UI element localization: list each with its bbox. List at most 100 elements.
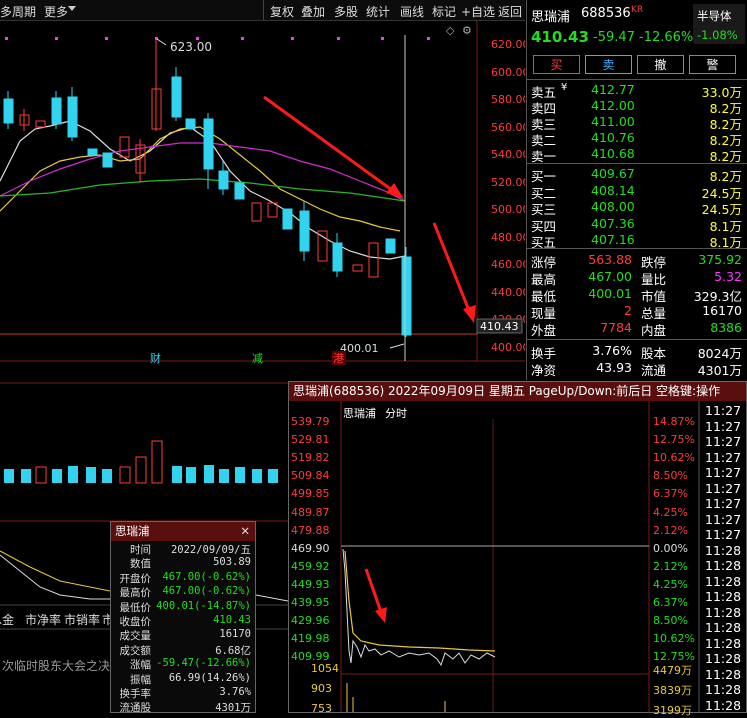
intraday-price-tick: 509.84 bbox=[291, 469, 330, 483]
intraday-pct-tick: 8.50% bbox=[653, 614, 688, 628]
tick-time: 11:28 bbox=[705, 635, 742, 651]
toolbar-add-watchlist-button[interactable]: +自选 bbox=[461, 3, 495, 20]
event-marker-gang: 港 bbox=[333, 352, 344, 365]
tab-pb[interactable]: 市净率 bbox=[25, 611, 61, 628]
tooltip-title: 思瑞浦 bbox=[115, 524, 150, 538]
intraday-vol-tick: 4479万 bbox=[653, 664, 692, 677]
kline-chart[interactable]: ◇ ⚙ 623.00 400.01 620.0 600.0 580.0 560.… bbox=[0, 21, 525, 381]
ask-flag: ¥ bbox=[561, 82, 568, 93]
stat-row: 最低 400.01 市值 329.3亿 bbox=[527, 286, 747, 304]
bid-row[interactable]: 买一 409.67 8.2万 bbox=[527, 166, 747, 184]
svg-text:580.00: 580.00 bbox=[491, 93, 525, 106]
kline-tooltip: 思瑞浦 ✕ 时间 2022/09/09/五 数值 503.89 开盘价 467.00(-0… bbox=[110, 521, 256, 715]
stat-value: 467.00 bbox=[588, 269, 632, 284]
ask-row[interactable]: 卖一 410.68 8.2万 bbox=[527, 146, 747, 164]
tooltip-row: 开盘价 467.00(-0.62%) bbox=[111, 570, 255, 585]
tick-time: 11:27 bbox=[705, 496, 742, 511]
ask-price: 412.77 bbox=[591, 82, 635, 97]
intraday-pct-tick: 12.75% bbox=[653, 433, 695, 447]
tick-time: 11:28 bbox=[705, 697, 742, 713]
toolbar-stats-button[interactable]: 统计 bbox=[366, 3, 390, 20]
ask-price: 410.76 bbox=[591, 130, 635, 145]
intraday-pct-tick: 2.12% bbox=[653, 559, 688, 573]
stat-label: 外盘 bbox=[531, 323, 557, 338]
news-ticker[interactable]: 次临时股东大会之决 bbox=[2, 657, 110, 674]
tooltip-value: 410.43 bbox=[213, 613, 251, 626]
svg-text:620.00: 620.00 bbox=[491, 38, 525, 51]
event-marker-jian: 减 bbox=[252, 352, 263, 365]
ask-row[interactable]: 卖五 ¥412.77 33.0万 bbox=[527, 82, 747, 100]
tab-total[interactable]: 总金 bbox=[0, 611, 14, 628]
tooltip-row: 换手率 3.76% bbox=[111, 685, 255, 700]
bid-price: 407.36 bbox=[591, 215, 635, 231]
toolbar-multistock-button[interactable]: 多股 bbox=[334, 3, 358, 20]
tick-time: 11:27 bbox=[705, 418, 742, 434]
tick-time: 11:28 bbox=[705, 542, 742, 558]
bid-row[interactable]: 买四 407.36 8.1万 bbox=[527, 215, 747, 234]
svg-text:480.00: 480.00 bbox=[491, 231, 525, 244]
intraday-price-tick: 499.85 bbox=[291, 487, 330, 501]
intraday-pct-tick: 6.37% bbox=[653, 487, 688, 501]
period-selector[interactable]: 多周期 bbox=[0, 3, 36, 20]
bid-price: 407.16 bbox=[591, 232, 635, 247]
svg-text:540.00: 540.00 bbox=[491, 148, 525, 161]
bid-row[interactable]: 买三 408.00 24.5万 bbox=[527, 199, 747, 217]
toolbar-fuquan-button[interactable]: 复权 bbox=[270, 3, 294, 20]
bid-row[interactable]: 买二 408.14 24.5万 bbox=[527, 183, 747, 201]
intraday-vol-tick: 753 bbox=[311, 702, 332, 715]
intraday-price-tick: 469.90 bbox=[291, 541, 330, 555]
toolbar-back-button[interactable]: 返回 bbox=[498, 3, 522, 20]
intraday-price-tick: 429.96 bbox=[291, 614, 330, 628]
more-button[interactable]: 更多 bbox=[44, 3, 68, 20]
stat-row: 外盘 7784 内盘 8386 bbox=[527, 320, 747, 338]
stat-value: 5.32 bbox=[714, 269, 742, 284]
cancel-order-button[interactable]: 撤 bbox=[637, 55, 684, 74]
intraday-price-tick: 439.95 bbox=[291, 596, 330, 609]
sector-change: -1.08% bbox=[697, 28, 738, 42]
stat-value: 3.76% bbox=[592, 343, 632, 358]
toolbar-overlay-button[interactable]: 叠加 bbox=[301, 3, 325, 20]
stat-value: 375.92 bbox=[698, 252, 742, 267]
tick-time: 11:27 bbox=[705, 403, 742, 418]
chevron-down-icon bbox=[68, 6, 76, 11]
stat-value: 7784 bbox=[600, 320, 632, 335]
tooltip-row: 成交额 6.68亿 bbox=[111, 642, 255, 657]
close-icon[interactable]: ✕ bbox=[240, 522, 250, 541]
quote-panel: 思瑞浦 688536 KR 半导体 -1.08% 410.43 -59.47 -… bbox=[526, 0, 747, 380]
ask-row[interactable]: 卖二 410.76 8.2万 bbox=[527, 130, 747, 148]
high-price-label: 623.00 bbox=[170, 40, 212, 54]
tab-ps[interactable]: 市销率 bbox=[64, 611, 100, 628]
ask-row[interactable]: 卖三 411.00 8.2万 bbox=[527, 114, 747, 132]
intraday-window[interactable]: 思瑞浦(688536) 2022年09月09日 星期五 PageUp/Down:… bbox=[288, 381, 747, 717]
sell-button[interactable]: 卖 bbox=[585, 55, 632, 74]
intraday-pct-tick: 8.50% bbox=[653, 469, 688, 483]
stat-value: 563.88 bbox=[588, 252, 632, 267]
tooltip-value: 3.76% bbox=[219, 685, 251, 698]
intraday-mode-label: 分时 bbox=[385, 407, 407, 420]
ask-row[interactable]: 卖四 412.00 8.2万 bbox=[527, 98, 747, 116]
toolbar-draw-button[interactable]: 画线 bbox=[400, 3, 424, 20]
tick-time: 11:28 bbox=[705, 604, 742, 620]
bid-row[interactable]: 买五 407.16 8.1万 bbox=[527, 232, 747, 250]
price-change-pct: -12.66% bbox=[639, 30, 694, 45]
stat-value: 400.01 bbox=[588, 286, 632, 301]
intraday-vol-tick: 1054 bbox=[311, 662, 339, 675]
alert-button[interactable]: 警 bbox=[689, 55, 736, 74]
tooltip-value: -59.47(-12.66%) bbox=[156, 657, 251, 670]
tooltip-row: 振幅 66.99(14.26%) bbox=[111, 671, 255, 686]
kline-toolbar: 多周期 更多 复权 叠加 多股 统计 画线 标记 +自选 返回 bbox=[0, 0, 525, 21]
current-price-tag: 410.43 bbox=[480, 320, 519, 333]
toolbar-mark-button[interactable]: 标记 bbox=[432, 3, 456, 20]
sector-box[interactable]: 半导体 -1.08% bbox=[693, 4, 745, 44]
tooltip-row: 流通股 4301万 bbox=[111, 699, 255, 715]
settings-icon: ⚙ bbox=[462, 24, 472, 37]
tooltip-value: 66.99(14.26%) bbox=[168, 671, 251, 684]
tooltip-value: 467.00(-0.62%) bbox=[162, 570, 251, 583]
tooltip-value: 4301万 bbox=[215, 702, 251, 715]
buy-button[interactable]: 买 bbox=[533, 55, 580, 74]
intraday-vol-tick: 3839万 bbox=[653, 684, 692, 697]
intraday-pct-tick: 4.25% bbox=[653, 505, 688, 519]
diamond-icon: ◇ bbox=[446, 24, 455, 37]
intraday-pct-tick: 0.00% bbox=[653, 541, 688, 555]
tick-time: 11:27 bbox=[705, 449, 742, 465]
